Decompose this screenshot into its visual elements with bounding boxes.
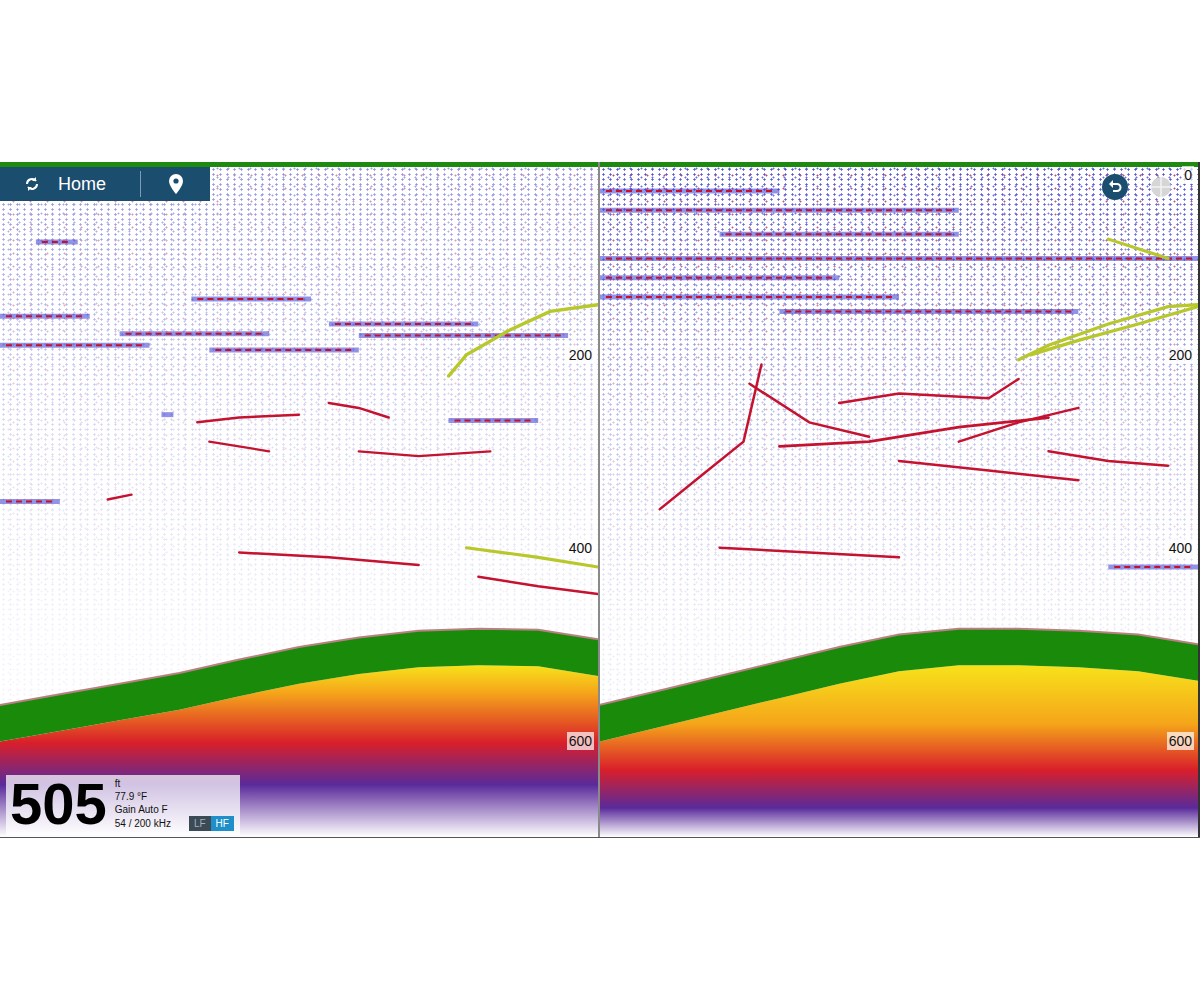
- clutter-streak-core: [726, 233, 953, 235]
- frequency-row: 54 / 200 kHz LFHF: [115, 816, 234, 831]
- top-bar: [600, 162, 1198, 167]
- clutter-streak-core: [1114, 566, 1192, 568]
- depth-label: 200: [567, 346, 594, 364]
- globe-icon: [1150, 176, 1172, 198]
- clutter-streak: [600, 188, 779, 193]
- readout: 505 ft77.9 °FGain Auto F54 / 200 kHz LFHF: [6, 775, 240, 835]
- readout-info: ft77.9 °FGain Auto F54 / 200 kHz LFHF: [115, 777, 234, 833]
- frequency-toggle[interactable]: LFHF: [189, 816, 234, 831]
- sonar-panel: 200400600Home505ft77.9 °FGain Auto F54 /…: [0, 162, 598, 837]
- depth-label: 600: [567, 732, 594, 750]
- clutter-streak: [1108, 565, 1198, 570]
- undo-arrow-icon: [1107, 179, 1123, 195]
- depth-label: 0: [1182, 166, 1194, 184]
- clutter-streak-core: [454, 419, 532, 421]
- fish-trace: [108, 495, 132, 500]
- frequency-option[interactable]: HF: [211, 816, 234, 831]
- clutter-streak: [600, 208, 959, 213]
- fish-trace: [839, 379, 1018, 403]
- bottom-band: [600, 629, 1198, 742]
- clutter-streak: [600, 256, 1198, 261]
- fish-trace: [449, 305, 599, 376]
- clutter-streak: [191, 296, 311, 301]
- frequency-option[interactable]: LF: [189, 816, 211, 831]
- fish-trace: [750, 384, 870, 437]
- view-controls: [1102, 174, 1172, 200]
- clutter-streak: [600, 295, 899, 300]
- clutter-streak-core: [42, 241, 72, 243]
- clutter-streak: [0, 499, 60, 504]
- clutter-streak: [600, 275, 839, 280]
- clutter-streak-core: [215, 349, 353, 351]
- depth-label: 400: [1167, 539, 1194, 557]
- depth-unit: ft: [115, 777, 234, 790]
- fish-trace: [329, 403, 389, 417]
- clutter-streak: [329, 322, 479, 327]
- clutter-streak-core: [197, 298, 305, 300]
- clutter-streak-core: [785, 310, 1072, 312]
- clutter-streak: [120, 331, 270, 336]
- fish-trace: [899, 461, 1078, 480]
- fish-trace: [959, 408, 1079, 442]
- clutter-streak-core: [126, 333, 264, 335]
- top-margin: [0, 0, 1200, 162]
- water-temperature: 77.9 °F: [115, 790, 234, 803]
- clutter-streak: [0, 314, 90, 319]
- clutter-streak-core: [606, 296, 893, 298]
- fish-trace: [1049, 451, 1169, 465]
- clutter-streak-core: [6, 315, 84, 317]
- refresh-icon: [24, 176, 40, 192]
- sonar-screen: 200400600Home505ft77.9 °FGain Auto F54 /…: [0, 162, 1200, 838]
- fish-trace: [779, 418, 1048, 447]
- clutter-streak: [720, 232, 959, 237]
- echogram: [0, 162, 598, 837]
- gain-setting: Gain Auto F: [115, 803, 234, 816]
- toolbar-separator: [140, 171, 141, 197]
- depth-label: 200: [1167, 346, 1194, 364]
- clutter-streak: [359, 333, 568, 338]
- fish-trace: [1108, 239, 1168, 258]
- bottom-line: [0, 629, 598, 705]
- clutter-streak-core: [606, 190, 773, 192]
- fish-trace: [720, 548, 899, 558]
- fish-trace: [359, 451, 491, 456]
- clutter-streak-core: [335, 323, 473, 325]
- depth-value: 505: [10, 775, 107, 833]
- clutter-streak: [779, 309, 1078, 314]
- page: 200400600Home505ft77.9 °FGain Auto F54 /…: [0, 0, 1200, 1000]
- clutter-streak-core: [606, 257, 1192, 259]
- clutter-streak-core: [365, 335, 562, 337]
- clutter-streak-core: [606, 277, 833, 279]
- clutter-streak-core: [6, 344, 144, 346]
- clutter-streak: [0, 343, 150, 348]
- globe-button[interactable]: [1150, 176, 1172, 198]
- depth-label: 400: [567, 539, 594, 557]
- home-bar: Home: [0, 167, 210, 201]
- fish-trace: [209, 442, 269, 452]
- fish-trace: [239, 553, 418, 566]
- clutter-streak-core: [606, 209, 953, 211]
- bottom-band: [0, 629, 598, 742]
- fish-trace: [478, 577, 598, 594]
- clutter-streak: [209, 348, 358, 353]
- bottom-line: [600, 629, 1198, 705]
- clutter-streak: [161, 412, 173, 417]
- waypoint-button[interactable]: [141, 174, 210, 194]
- clutter-streak: [449, 418, 539, 423]
- fish-trace: [660, 365, 762, 510]
- fish-trace: [197, 415, 299, 423]
- home-label: Home: [58, 174, 106, 195]
- echogram: [600, 162, 1198, 837]
- clutter-streak-core: [6, 500, 54, 502]
- location-pin-icon: [168, 174, 184, 194]
- frequency-setting: 54 / 200 kHz: [115, 817, 171, 830]
- depth-label: 600: [1167, 732, 1194, 750]
- clutter-streak: [36, 240, 78, 245]
- bottom-margin: [0, 838, 1200, 1000]
- home-button[interactable]: Home: [0, 174, 140, 195]
- back-button[interactable]: [1102, 174, 1128, 200]
- sonar-panel: 0 200 400 600: [600, 162, 1200, 837]
